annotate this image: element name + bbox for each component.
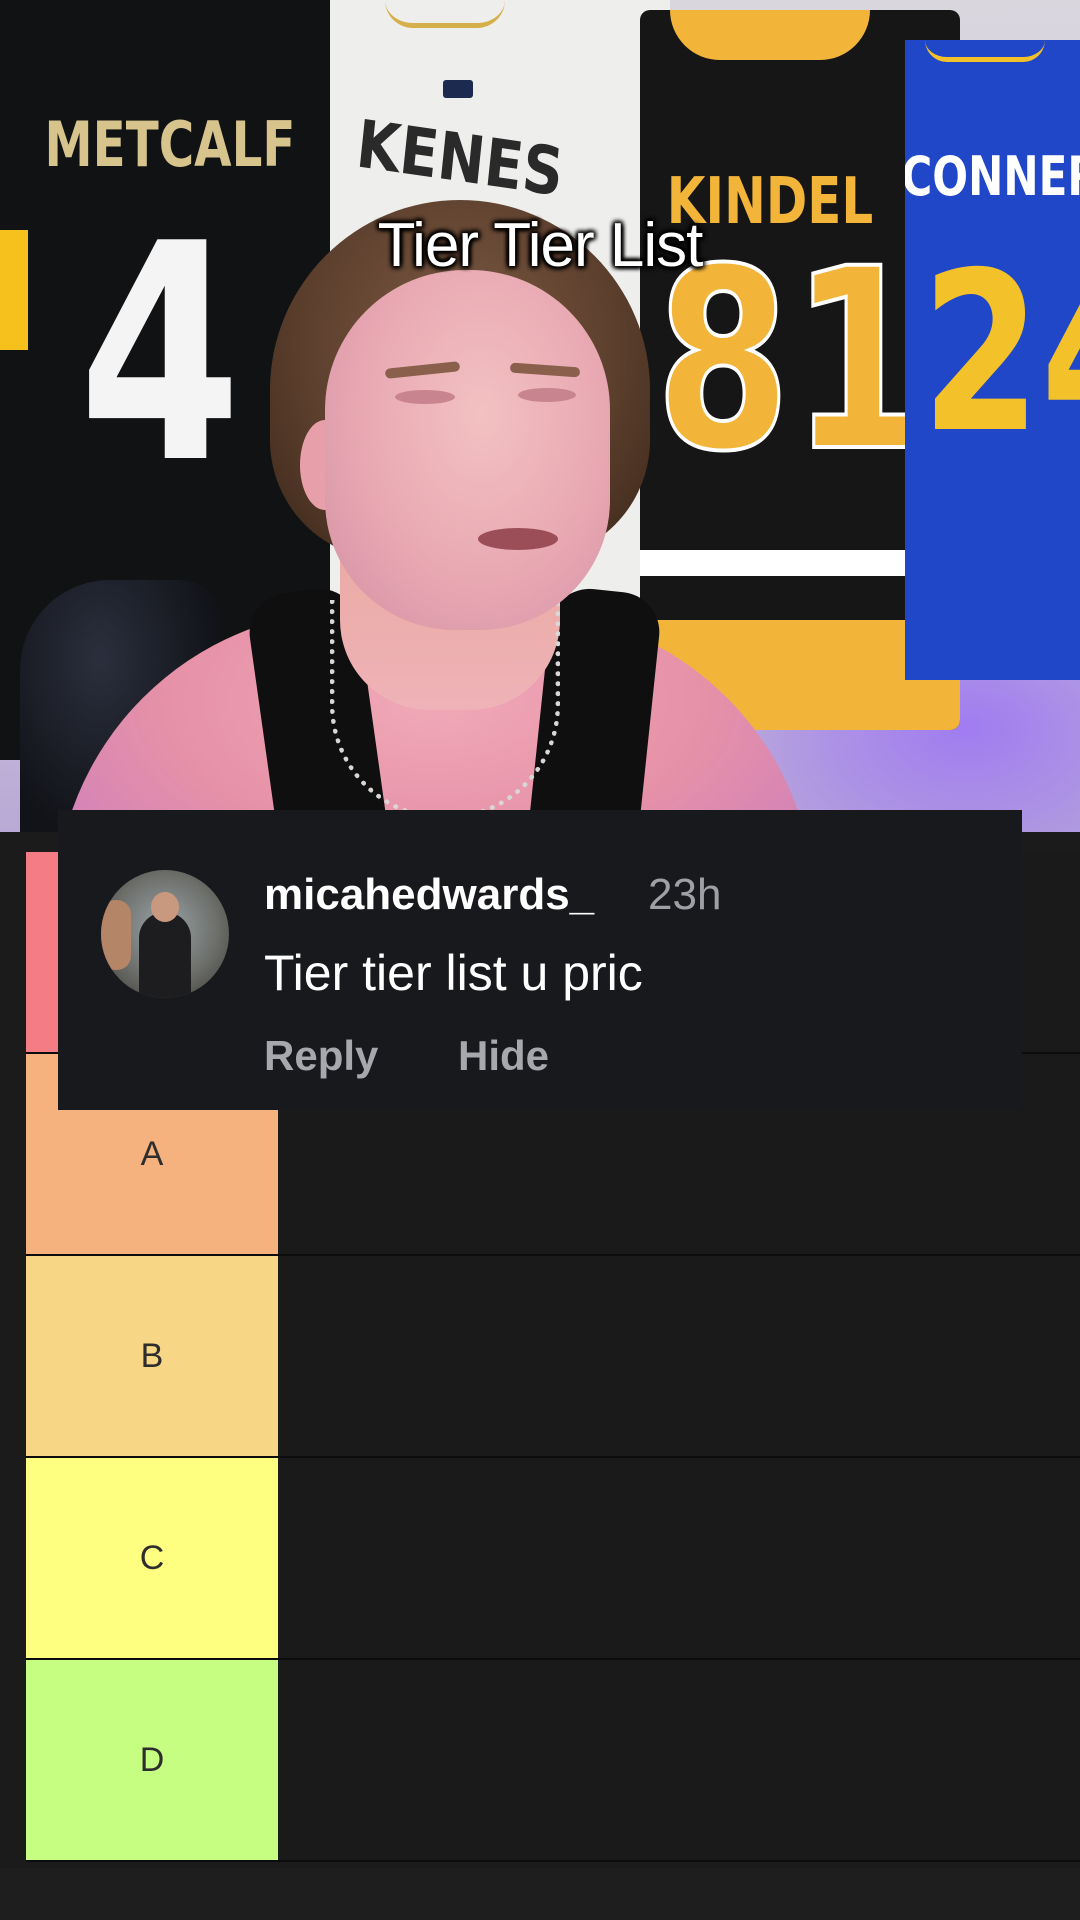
avatar-figure [101, 900, 131, 970]
comment-timestamp: 23h [648, 870, 722, 919]
comment-text: Tier tier list u pric [264, 945, 643, 1001]
tier-row: D [26, 1660, 1080, 1862]
tier-label[interactable]: C [26, 1458, 278, 1658]
tier-drop-zone[interactable] [278, 1256, 1080, 1456]
tier-label[interactable]: D [26, 1660, 278, 1860]
video-caption: Tier Tier List [377, 211, 704, 280]
avatar-figure [139, 912, 191, 998]
hide-button[interactable]: Hide [458, 1032, 549, 1080]
comment-username[interactable]: micahedwards_ [264, 870, 594, 920]
presenter [0, 0, 1080, 832]
mouth [478, 528, 558, 550]
presenter-face [325, 270, 610, 630]
eye [395, 390, 455, 404]
necklace [330, 600, 560, 820]
tier-drop-zone[interactable] [278, 1458, 1080, 1658]
video-frame[interactable]: METCALF 4 KENES KINDEL 81 CONNER 24 Tier… [0, 0, 1080, 832]
tier-drop-zone[interactable] [278, 1660, 1080, 1860]
avatar-figure [151, 892, 179, 922]
user-avatar[interactable] [101, 870, 229, 998]
eye [518, 388, 576, 402]
tier-row: B [26, 1256, 1080, 1458]
reply-button[interactable]: Reply [264, 1032, 378, 1080]
comment-card: micahedwards_ 23h Tier tier list u pric … [58, 810, 1022, 1110]
bottom-bar [0, 1868, 1080, 1920]
tier-row: C [26, 1458, 1080, 1660]
tier-label[interactable]: B [26, 1256, 278, 1456]
